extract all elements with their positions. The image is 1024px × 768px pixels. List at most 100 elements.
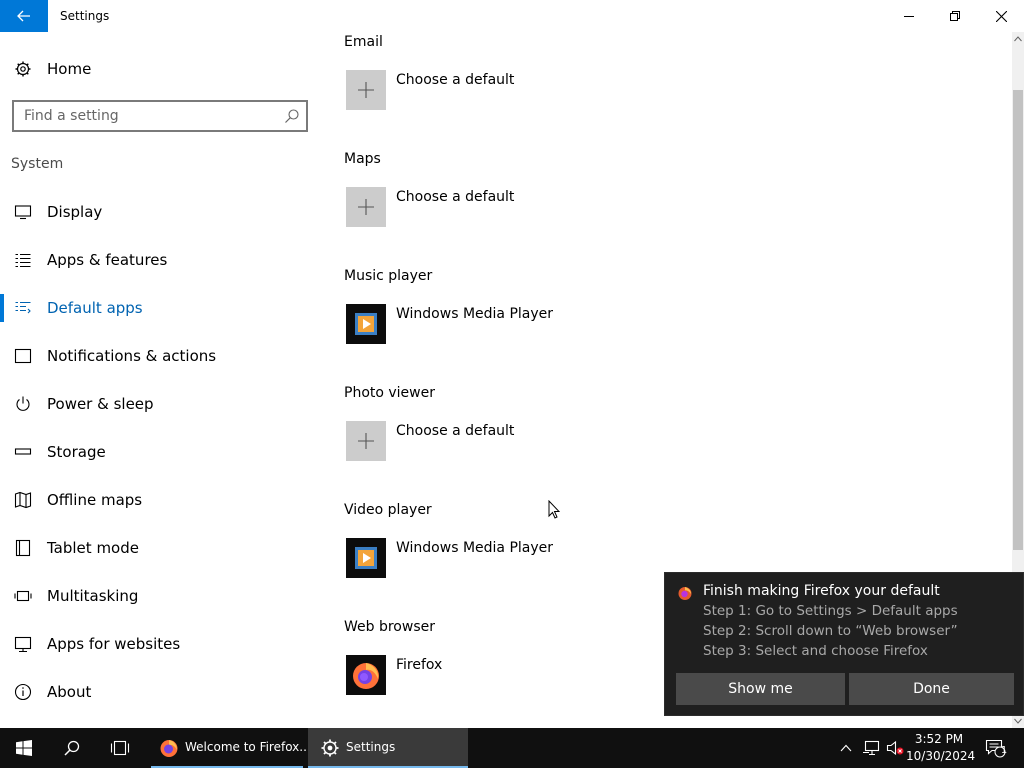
volume-muted-icon (886, 740, 904, 756)
taskbar-app-firefox[interactable]: Welcome to Firefox... (151, 728, 311, 768)
mouse-cursor-icon (548, 500, 560, 519)
window-title: Settings (60, 9, 110, 23)
action-center-button[interactable]: 1 (978, 728, 1012, 768)
start-button[interactable] (0, 728, 48, 768)
firefox-default-toast[interactable]: Finish making Firefox your default Step … (664, 572, 1024, 716)
app-choice-label: Windows Media Player (396, 540, 554, 556)
sidebar-home-label: Home (47, 60, 92, 78)
sidebar-item-apps-features[interactable]: Apps & features (0, 240, 320, 280)
search-icon (64, 740, 80, 756)
category-title-email: Email (344, 34, 383, 50)
sidebar: Home System Display Apps & features (0, 32, 320, 728)
plus-icon (346, 70, 386, 110)
storage-icon (14, 448, 32, 455)
maps-app-picker[interactable]: Choose a default (344, 187, 644, 231)
sidebar-item-storage[interactable]: Storage (0, 432, 320, 472)
category-title-music-player: Music player (344, 268, 433, 284)
sidebar-item-label: Tablet mode (47, 539, 139, 557)
category-title-maps: Maps (344, 151, 381, 167)
sidebar-item-offline-maps[interactable]: Offline maps (0, 480, 320, 520)
taskbar-search-button[interactable] (48, 728, 96, 768)
windows-start-icon (16, 740, 32, 756)
scrollbar-thumb[interactable] (1013, 90, 1023, 550)
gear-icon (15, 61, 31, 77)
arrow-left-icon (17, 10, 30, 22)
web-browser-app-picker[interactable]: Firefox (344, 655, 644, 699)
video-player-app-picker[interactable]: Windows Media Player (344, 538, 644, 582)
gear-icon (321, 739, 339, 757)
toast-step-1: Step 1: Go to Settings > Default apps (703, 603, 958, 619)
show-me-button[interactable]: Show me (676, 673, 845, 705)
close-button[interactable] (978, 0, 1024, 32)
taskbar-app-settings[interactable]: Settings (308, 728, 468, 768)
plus-icon (346, 421, 386, 461)
music-player-app-picker[interactable]: Windows Media Player (344, 304, 644, 348)
app-choice-label: Choose a default (396, 189, 515, 205)
sidebar-item-display[interactable]: Display (0, 192, 320, 232)
taskbar: Welcome to Firefox... Settings 3:52 PM 1… (0, 728, 1024, 768)
firefox-icon (678, 587, 692, 600)
sidebar-item-tablet-mode[interactable]: Tablet mode (0, 528, 320, 568)
notification-count-badge: 1 (1000, 745, 1008, 756)
minimize-button[interactable] (886, 0, 932, 32)
network-icon (863, 740, 880, 756)
sidebar-item-label: Offline maps (47, 491, 143, 509)
sidebar-item-notifications[interactable]: Notifications & actions (0, 336, 320, 376)
volume-button[interactable] (884, 728, 906, 768)
title-bar: Settings (0, 0, 1024, 32)
firefox-icon (346, 655, 386, 695)
photo-viewer-app-picker[interactable]: Choose a default (344, 421, 644, 465)
sidebar-item-about[interactable]: About (0, 672, 320, 712)
windows-media-player-icon (346, 304, 386, 344)
sidebar-item-label: Notifications & actions (47, 347, 217, 365)
info-icon (14, 683, 32, 701)
taskbar-app-label: Welcome to Firefox... (185, 740, 311, 754)
toast-title: Finish making Firefox your default (703, 583, 940, 599)
minimize-icon (904, 16, 914, 17)
clock-time: 3:52 PM (914, 732, 964, 746)
system-clock[interactable]: 3:52 PM 10/30/2024 (906, 731, 976, 765)
email-app-picker[interactable]: Choose a default (344, 70, 644, 114)
done-button[interactable]: Done (849, 673, 1014, 705)
scroll-up-arrow-icon[interactable] (1012, 32, 1024, 46)
sidebar-item-label: About (47, 683, 92, 701)
search-icon[interactable] (284, 108, 300, 124)
multitasking-icon (14, 590, 32, 602)
back-button[interactable] (0, 0, 48, 32)
clock-date: 10/30/2024 (906, 749, 976, 763)
sidebar-item-apps-for-websites[interactable]: Apps for websites (0, 624, 320, 664)
search-box[interactable] (12, 100, 308, 132)
restore-button[interactable] (932, 0, 978, 32)
network-button[interactable] (860, 728, 882, 768)
apps-websites-icon (14, 636, 32, 653)
sidebar-item-default-apps[interactable]: Default apps (0, 288, 320, 328)
sidebar-home[interactable]: Home (0, 52, 320, 84)
chevron-up-icon (840, 744, 852, 752)
sidebar-item-label: Apps for websites (47, 635, 181, 653)
sidebar-item-power-sleep[interactable]: Power & sleep (0, 384, 320, 424)
firefox-icon (160, 740, 178, 757)
scroll-down-arrow-icon[interactable] (1012, 714, 1024, 728)
taskbar-app-label: Settings (346, 740, 396, 754)
app-choice-label: Choose a default (396, 72, 515, 88)
plus-icon (346, 187, 386, 227)
sidebar-item-label: Display (47, 203, 103, 221)
sidebar-item-multitasking[interactable]: Multitasking (0, 576, 320, 616)
restore-icon (950, 11, 960, 21)
default-apps-icon (15, 301, 31, 314)
sidebar-item-label: Default apps (47, 299, 143, 317)
monitor-icon (14, 205, 32, 220)
search-input[interactable] (24, 106, 274, 126)
app-choice-label: Choose a default (396, 423, 515, 439)
show-hidden-icons-button[interactable] (836, 728, 856, 768)
sidebar-item-label: Storage (47, 443, 106, 461)
app-choice-label: Firefox (396, 657, 443, 673)
map-icon (14, 491, 32, 509)
sidebar-item-label: Apps & features (47, 251, 168, 269)
category-title-video-player: Video player (344, 502, 432, 518)
sidebar-item-label: Power & sleep (47, 395, 154, 413)
windows-media-player-icon (346, 538, 386, 578)
task-view-button[interactable] (96, 728, 144, 768)
task-view-icon (110, 740, 130, 756)
app-choice-label: Windows Media Player (396, 306, 554, 322)
